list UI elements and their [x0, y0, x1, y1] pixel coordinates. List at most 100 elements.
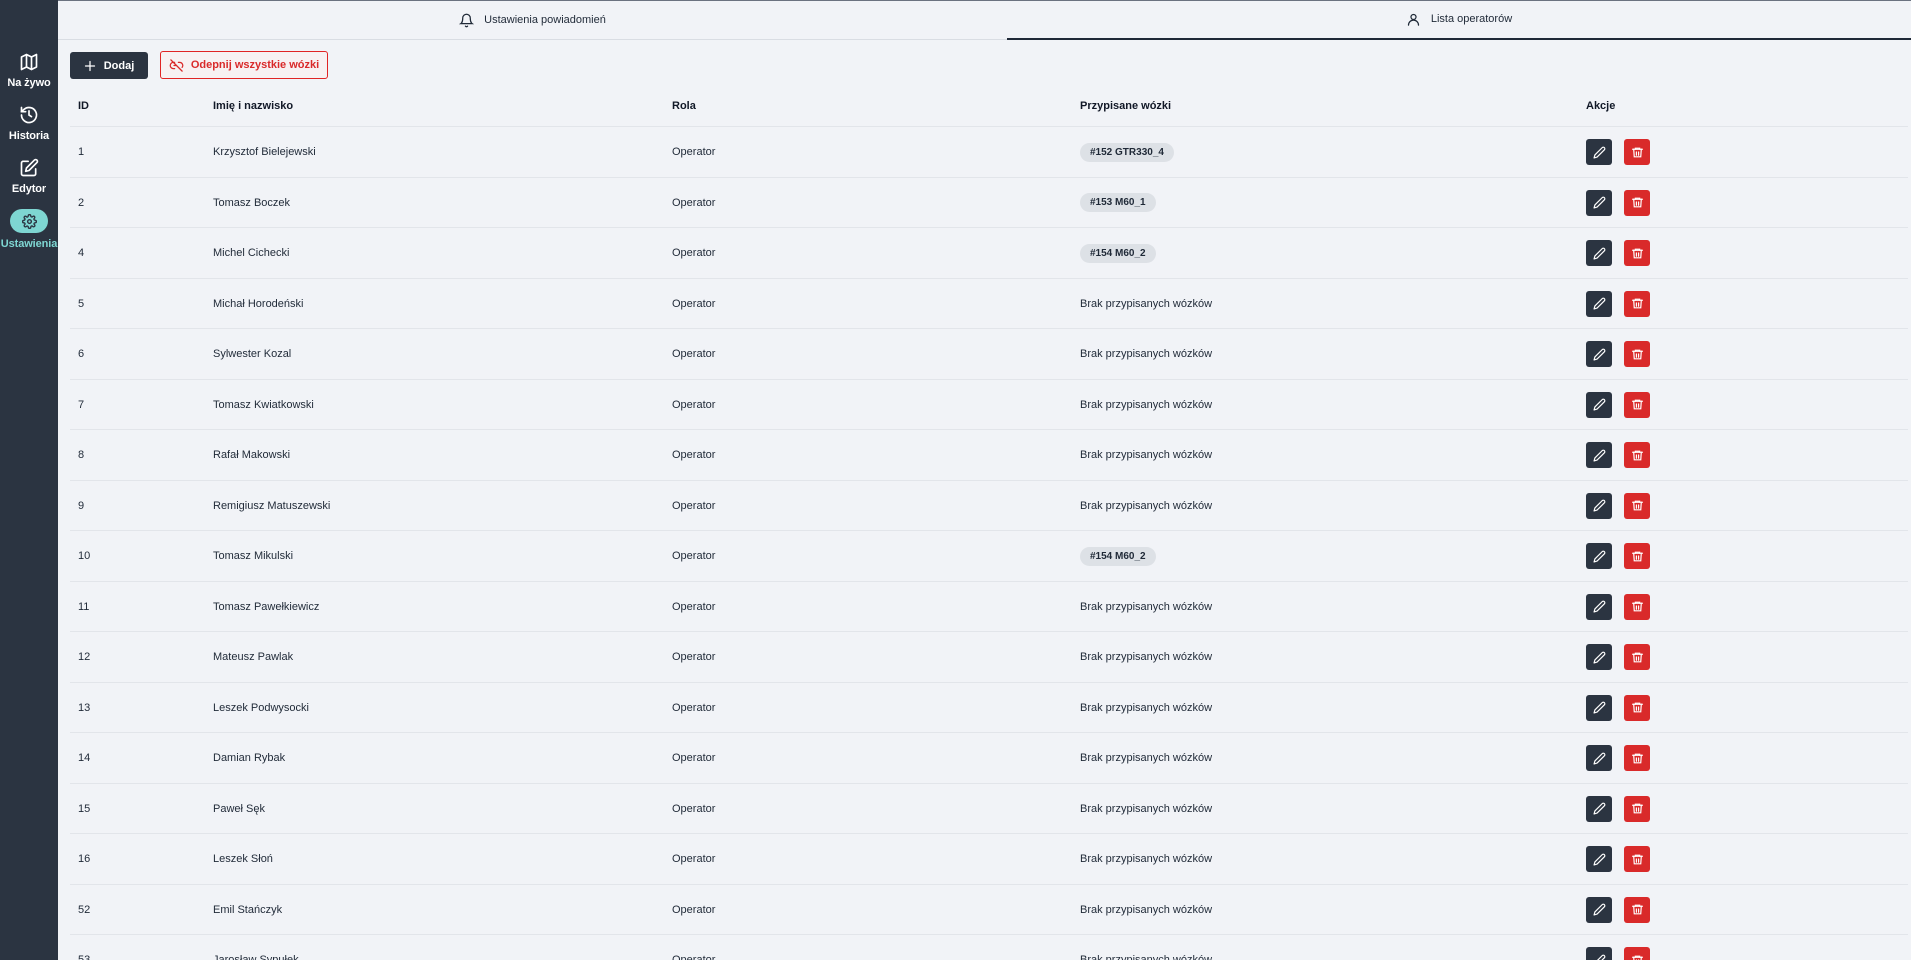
sidebar-item-editor[interactable]: Edytor: [0, 158, 58, 195]
column-header-carts: Przypisane wózki: [1080, 100, 1172, 112]
unpin-all-button[interactable]: Odepnij wszystkie wózki: [160, 51, 328, 79]
no-carts-text: Brak przypisanych wózków: [1080, 651, 1213, 663]
edit-button[interactable]: [1586, 593, 1612, 620]
delete-button[interactable]: [1624, 795, 1650, 822]
trash-icon: [1631, 753, 1643, 763]
delete-button[interactable]: [1624, 189, 1650, 216]
cell-actions: [1586, 279, 1650, 329]
edit-icon: [20, 158, 39, 177]
sidebar-item-label: Na żywo: [7, 77, 51, 89]
tab-notification-settings[interactable]: Ustawienia powiadomień: [58, 0, 1007, 40]
cell-name: Krzysztof Bielejewski: [213, 146, 316, 158]
cell-id: 13: [78, 701, 91, 714]
cell-carts: Brak przypisanych wózków: [1080, 885, 1212, 935]
edit-button[interactable]: [1586, 139, 1612, 165]
cell-actions: [1586, 582, 1650, 632]
pencil-icon: [1592, 247, 1605, 260]
cell-role: Operator: [672, 600, 716, 613]
pencil-icon: [1592, 903, 1605, 916]
edit-button[interactable]: [1586, 189, 1612, 216]
cell-name: Leszek Podwysocki: [213, 701, 309, 714]
delete-button[interactable]: [1624, 947, 1650, 960]
cell-carts: Brak przypisanych wózków: [1080, 632, 1212, 682]
edit-button[interactable]: [1586, 795, 1612, 822]
delete-button[interactable]: [1624, 694, 1650, 721]
cell-id: 2: [78, 196, 85, 209]
delete-button[interactable]: [1624, 341, 1650, 367]
no-carts-text: Brak przypisanych wózków: [1080, 752, 1213, 764]
cell-role: Operator: [672, 651, 716, 663]
cell-actions: [1586, 228, 1650, 278]
table-row: 12 Mateusz Pawlak Operator Brak przypisanyc…: [70, 632, 1908, 683]
cell-id: 12: [78, 651, 91, 663]
pencil-icon: [1592, 752, 1605, 765]
table-row: 53 Jarosław Sypułek Operator Brak przypisan…: [70, 935, 1908, 960]
cell-carts: Brak przypisanych wózków: [1080, 834, 1212, 884]
pencil-icon: [1592, 853, 1605, 866]
add-button[interactable]: Dodaj: [70, 52, 148, 79]
edit-button[interactable]: [1586, 846, 1612, 872]
trash-icon: [1631, 551, 1643, 561]
edit-button[interactable]: [1586, 290, 1612, 317]
cell-actions: [1586, 632, 1650, 682]
table-row: 1 Krzysztof Bielejewski Operator #152 GTR33…: [70, 127, 1908, 178]
delete-button[interactable]: [1624, 442, 1650, 468]
delete-button[interactable]: [1624, 644, 1650, 670]
cell-role: Operator: [672, 146, 716, 158]
delete-button[interactable]: [1624, 240, 1650, 266]
tab-operator-list[interactable]: Lista operatorów: [1007, 0, 1911, 40]
edit-button[interactable]: [1586, 947, 1612, 960]
sidebar-item-history[interactable]: Historia: [0, 105, 58, 142]
table-row: 10 Tomasz Mikulski Operator #154 M60_2: [70, 531, 1908, 582]
cell-id: 7: [78, 398, 85, 411]
delete-button[interactable]: [1624, 593, 1650, 620]
pencil-icon: [1592, 499, 1605, 512]
table-row: 7 Tomasz Kwiatkowski Operator Brak przypisa…: [70, 380, 1908, 430]
delete-button[interactable]: [1624, 492, 1650, 519]
delete-button[interactable]: [1624, 745, 1650, 771]
bell-icon: [459, 13, 475, 27]
cell-carts: #154 M60_2: [1080, 531, 1156, 581]
delete-button[interactable]: [1624, 290, 1650, 317]
pencil-icon: [1592, 146, 1605, 159]
cell-id: 1: [78, 146, 85, 158]
cell-role: Operator: [672, 348, 716, 360]
cell-id: 53: [78, 954, 91, 960]
cell-actions: [1586, 683, 1650, 733]
column-header-role: Rola: [672, 100, 696, 112]
no-carts-text: Brak przypisanych wózków: [1080, 348, 1213, 360]
table-row: 15 Paweł Sęk Operator Brak przypisanych wóz…: [70, 784, 1908, 834]
trash-icon: [1631, 197, 1643, 208]
sidebar-item-live[interactable]: Na żywo: [0, 52, 58, 89]
delete-button[interactable]: [1624, 896, 1650, 923]
edit-button[interactable]: [1586, 543, 1612, 569]
cell-role: Operator: [672, 449, 716, 461]
table-row: 13 Leszek Podwysocki Operator Brak przypisa…: [70, 683, 1908, 733]
cell-carts: #154 M60_2: [1080, 228, 1156, 278]
sidebar-item-settings[interactable]: Ustawienia: [0, 209, 58, 250]
table-row: 4 Michel Cichecki Operator #154 M60_2: [70, 228, 1908, 279]
delete-button[interactable]: [1624, 846, 1650, 872]
cell-role: Operator: [672, 196, 716, 209]
cell-role: Operator: [672, 853, 716, 865]
delete-button[interactable]: [1624, 391, 1650, 418]
delete-button[interactable]: [1624, 543, 1650, 569]
cell-carts: Brak przypisanych wózków: [1080, 683, 1212, 733]
trash-icon: [1631, 652, 1643, 662]
edit-button[interactable]: [1586, 240, 1612, 266]
edit-button[interactable]: [1586, 694, 1612, 721]
edit-button[interactable]: [1586, 442, 1612, 468]
edit-button[interactable]: [1586, 341, 1612, 367]
cell-actions: [1586, 127, 1650, 177]
edit-button[interactable]: [1586, 644, 1612, 670]
cell-name: Michel Cichecki: [213, 247, 290, 259]
delete-button[interactable]: [1624, 139, 1650, 165]
cell-carts: Brak przypisanych wózków: [1080, 430, 1212, 480]
edit-button[interactable]: [1586, 896, 1612, 923]
pencil-icon: [1592, 600, 1605, 613]
tab-label: Ustawienia powiadomień: [484, 14, 606, 26]
edit-button[interactable]: [1586, 391, 1612, 418]
cell-role: Operator: [672, 247, 716, 259]
edit-button[interactable]: [1586, 492, 1612, 519]
edit-button[interactable]: [1586, 745, 1612, 771]
